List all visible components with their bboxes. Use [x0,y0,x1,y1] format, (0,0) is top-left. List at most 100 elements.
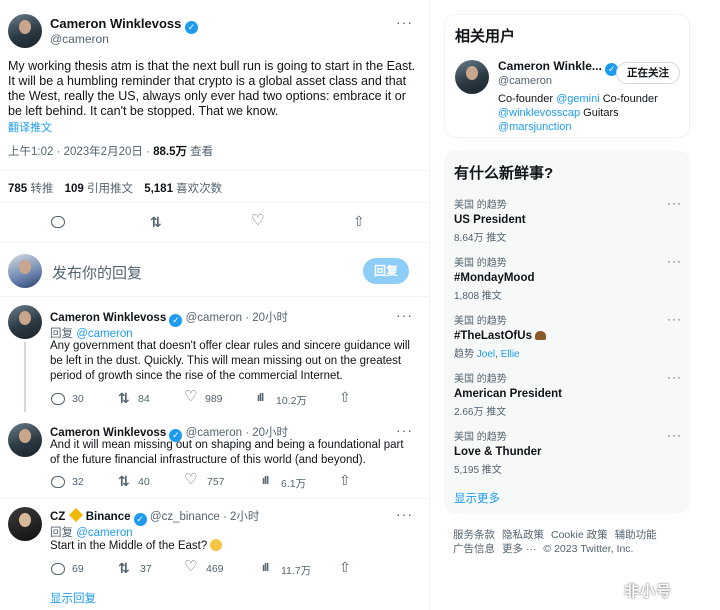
more-options-icon[interactable]: ··· [667,370,682,384]
reply-count: 32 [72,476,84,488]
retweet-count: 84 [138,393,150,405]
retweets-count[interactable]: 785 [8,183,27,195]
reply-handle-time[interactable]: @cz_binance · 2小时 [150,511,259,523]
footer-link-ads[interactable]: 广告信息 [453,543,495,555]
main-column: Cameron Winklevoss ✓ @cameron ··· My wor… [0,0,430,610]
reply-button[interactable]: 回复 [363,258,409,284]
trend-item[interactable]: 美国 的趋势 #MondayMood 1,808 推文 ··· [454,254,682,302]
reply-input[interactable]: 发布你的回复 [52,262,142,283]
trend-name[interactable]: #TheLastOfUs [454,330,682,342]
likes-stat[interactable]: 5,181 喜欢次数 [144,183,222,195]
replying-to-prefix: 回复 [50,527,77,539]
quotes-label[interactable]: 引用推文 [84,183,133,195]
footer-link-terms[interactable]: 服务条款 [453,529,495,541]
trend-name[interactable]: US President [454,214,682,226]
trend-name[interactable]: Love & Thunder [454,446,682,458]
related-user-name[interactable]: Cameron Winkle... ✓ [498,59,619,76]
more-options-icon[interactable]: ··· [396,307,413,323]
reply-icon[interactable] [51,563,65,575]
reply-author-name[interactable]: Cameron Winklevoss [50,312,166,324]
share-icon[interactable]: ⇧ [339,473,351,487]
trend-related-link[interactable]: Ellie [501,349,520,360]
related-user-name-text[interactable]: Cameron Winkle... [498,59,602,73]
more-options-icon[interactable]: ··· [396,506,413,522]
watermark: 非小号 [624,583,673,600]
tweet-timestamp[interactable]: 上午1:02 · 2023年2月20日 · [8,146,153,158]
views-chart-icon[interactable]: ıll [262,562,269,574]
trends-panel: 有什么新鲜事? 美国 的趋势 US President 8.64万 推文 ···… [444,150,690,514]
reply-author-name-suffix[interactable]: Binance [86,511,131,523]
like-icon[interactable]: ♡ [184,472,197,487]
trend-item[interactable]: 美国 的趋势 US President 8.64万 推文 ··· [454,196,682,244]
footer-link-privacy[interactable]: 隐私政策 [502,529,544,541]
reply-icon[interactable] [51,393,65,405]
more-options-icon[interactable]: ··· [667,428,682,442]
reply-author-name[interactable]: CZ [50,511,65,523]
trend-related-link[interactable]: Joel [477,349,495,360]
retweet-icon[interactable]: ⇅ [150,215,162,229]
following-button[interactable]: 正在关注 [616,62,680,84]
retweet-icon[interactable]: ⇅ [118,474,130,488]
reply-avatar[interactable] [8,507,42,541]
views-count: 6.1万 [281,478,307,490]
reply-icon[interactable] [51,476,65,488]
footer-link-more[interactable]: 更多 ··· [502,543,536,555]
replying-to: 回复 @cameron [50,524,133,540]
quotes-count[interactable]: 109 [65,183,84,195]
avatar[interactable] [8,14,42,48]
views-chart-icon[interactable]: ıll [257,392,264,404]
author-handle[interactable]: @cameron [50,32,109,46]
footer-link-cookies[interactable]: Cookie 政策 [551,529,608,541]
trend-name[interactable]: American President [454,388,682,400]
show-more-link[interactable]: 显示更多 [454,490,500,506]
reply-count: 30 [72,393,84,405]
like-icon[interactable]: ♡ [251,213,264,228]
quotes-stat[interactable]: 109 引用推文 [65,183,133,195]
like-count: 757 [207,476,225,488]
retweets-label[interactable]: 转推 [27,183,53,195]
translate-link[interactable]: 翻译推文 [8,119,52,135]
share-icon[interactable]: ⇧ [353,214,365,228]
trend-item[interactable]: 美国 的趋势 American President 2.66万 推文 ··· [454,370,682,418]
related-users-panel: 相关用户 Cameron Winkle... ✓ @cameron 正在关注 C… [444,14,690,138]
more-options-icon[interactable]: ··· [396,14,413,30]
related-users-title: 相关用户 [455,28,516,45]
replying-to-handle[interactable]: @cameron [76,527,132,539]
trend-name-text[interactable]: #TheLastOfUs [454,330,532,342]
more-options-icon[interactable]: ··· [667,196,682,210]
trend-item[interactable]: 美国 的趋势 #TheLastOfUs 趋势 Joel, Ellie ··· [454,312,682,360]
more-options-icon[interactable]: ··· [396,422,413,438]
reply-avatar[interactable] [8,423,42,457]
show-replies-link[interactable]: 显示回复 [50,590,96,606]
more-options-icon[interactable]: ··· [667,312,682,326]
like-icon[interactable]: ♡ [184,559,197,574]
footer-link-accessibility[interactable]: 辅助功能 [615,529,657,541]
trend-name[interactable]: #MondayMood [454,272,682,284]
likes-count[interactable]: 5,181 [144,183,173,195]
views-chart-icon[interactable]: ıll [262,475,269,487]
like-icon[interactable]: ♡ [184,389,197,404]
retweet-icon[interactable]: ⇅ [118,561,130,575]
bio-mention-link[interactable]: @gemini [556,93,600,105]
avatar[interactable] [455,60,489,94]
reply-handle-time[interactable]: @cameron · 20小时 [186,312,288,324]
more-options-icon[interactable]: ··· [667,254,682,268]
tweet-metadata: 上午1:02 · 2023年2月20日 · 88.5万 查看 [8,143,213,159]
trend-item[interactable]: 美国 的趋势 Love & Thunder 5,195 推文 ··· [454,428,682,476]
trend-category: 美国 的趋势 [454,200,507,211]
related-user-handle[interactable]: @cameron [498,75,552,87]
thinking-face-emoji-icon [210,539,223,551]
share-icon[interactable]: ⇧ [339,560,351,574]
reply-avatar[interactable] [8,305,42,339]
likes-label[interactable]: 喜欢次数 [173,183,222,195]
share-icon[interactable]: ⇧ [339,390,351,404]
retweets-stat[interactable]: 785 转推 [8,183,53,195]
retweet-count: 40 [138,476,150,488]
reply-icon[interactable] [51,216,65,228]
like-count: 469 [206,563,224,575]
bio-mention-link[interactable]: @winklevosscap [498,107,580,119]
retweet-icon[interactable]: ⇅ [118,391,130,405]
current-user-avatar[interactable] [8,254,42,288]
author-name-text[interactable]: Cameron Winklevoss [50,16,181,31]
bio-mention-link[interactable]: @marsjunction [498,121,572,133]
